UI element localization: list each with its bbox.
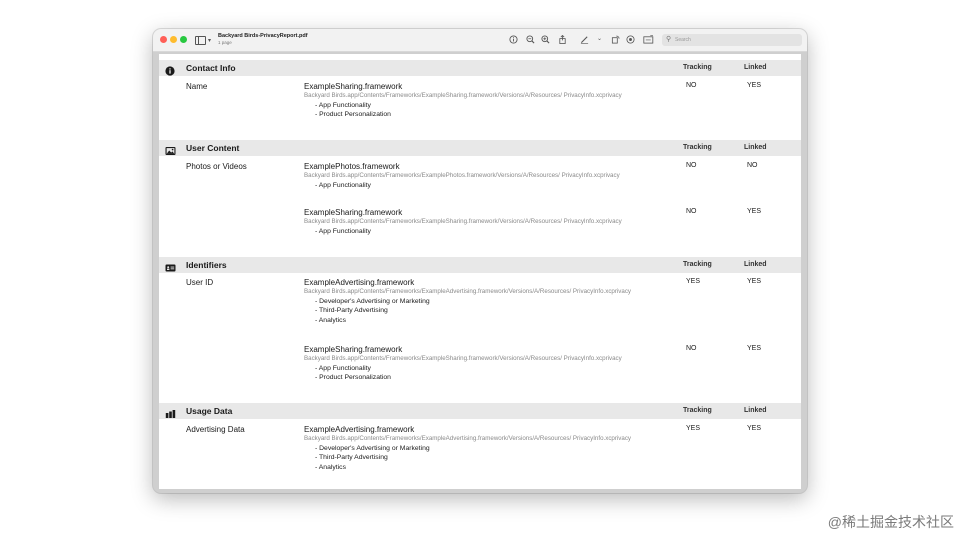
rotate-icon[interactable] (611, 35, 620, 44)
data-type-label: Photos or Videos (186, 162, 247, 171)
zoom-out-icon[interactable] (526, 35, 535, 44)
reason: - Analytics (315, 316, 346, 324)
data-type-label: Name (186, 82, 208, 91)
markup-chevron-down-icon[interactable]: ⌄ (595, 35, 604, 44)
reason: - Product Personalization (315, 111, 391, 119)
reason: - App Functionality (315, 364, 371, 372)
framework-name: ExamplePhotos.framework (304, 162, 400, 171)
linked-value: NO (747, 162, 758, 169)
form-icon[interactable] (643, 35, 654, 44)
section-header-user-content: User Content Tracking Linked (159, 140, 801, 156)
framework-entry: ExampleAdvertising.framework Backyard Bi… (304, 278, 644, 325)
framework-path: Backyard Birds.app/Contents/Frameworks/E… (304, 218, 622, 225)
linked-column-header: Linked (744, 64, 767, 71)
linked-column-header: Linked (744, 407, 767, 414)
zoom-window-button[interactable] (180, 36, 187, 43)
framework-name: ExampleSharing.framework (304, 345, 403, 354)
linked-column-header: Linked (744, 261, 767, 268)
pdf-page: Contact Info Tracking Linked Name Exampl… (159, 54, 801, 489)
reason: - Third-Party Advertising (315, 454, 388, 462)
search-placeholder: Search (675, 37, 691, 43)
info-icon[interactable] (509, 35, 518, 44)
reason: - App Functionality (315, 101, 371, 109)
data-type-label: User ID (186, 278, 214, 287)
framework-entry: ExampleAdvertising.framework Backyard Bi… (304, 425, 644, 472)
reason: - Third-Party Advertising (315, 307, 388, 315)
photo-icon (165, 143, 176, 155)
tracking-value: YES (686, 278, 701, 285)
chevron-down-icon: ▾ (207, 37, 211, 44)
section-title: Identifiers (186, 260, 227, 270)
framework-name: ExampleAdvertising.framework (304, 425, 415, 434)
framework-path: Backyard Birds.app/Contents/Frameworks/E… (304, 355, 622, 362)
sidebar-toggle-button[interactable]: ▾ (195, 35, 211, 45)
document-page-count: 1 page (218, 40, 232, 45)
section-title: User Content (186, 143, 240, 153)
highlight-icon[interactable] (626, 35, 635, 44)
section-header-contact-info: Contact Info Tracking Linked (159, 60, 801, 76)
tracking-column-header: Tracking (683, 144, 712, 151)
framework-path: Backyard Birds.app/Contents/Frameworks/E… (304, 288, 632, 295)
close-window-button[interactable] (160, 36, 167, 43)
tracking-column-header: Tracking (683, 64, 712, 71)
linked-value: YES (747, 208, 762, 215)
document-title: Backyard Birds-PrivacyReport.pdf (218, 33, 308, 39)
tracking-value: YES (686, 425, 701, 432)
linked-value: YES (747, 425, 762, 432)
search-icon: ⚲ (666, 36, 672, 43)
reason: - App Functionality (315, 227, 371, 235)
window-toolbar: ▾ Backyard Birds-PrivacyReport.pdf 1 pag… (153, 29, 807, 52)
framework-entry: ExampleSharing.framework Backyard Birds.… (304, 208, 644, 236)
markup-icon[interactable] (580, 35, 589, 44)
linked-value: YES (747, 82, 762, 89)
sidebar-icon (195, 35, 206, 45)
bar-chart-icon (165, 406, 176, 418)
framework-name: ExampleSharing.framework (304, 208, 403, 217)
watermark: @稀土掘金技术社区 (827, 514, 954, 530)
linked-column-header: Linked (744, 144, 767, 151)
framework-entry: ExamplePhotos.framework Backyard Birds.a… (304, 162, 644, 190)
share-icon[interactable] (558, 34, 567, 44)
reason: - Analytics (315, 463, 346, 471)
framework-path: Backyard Birds.app/Contents/Frameworks/E… (304, 92, 622, 99)
reason: - Developer's Advertising or Marketing (315, 444, 430, 452)
id-card-icon (165, 260, 176, 272)
framework-name: ExampleSharing.framework (304, 82, 403, 91)
section-header-usage-data: Usage Data Tracking Linked (159, 403, 801, 419)
minimize-window-button[interactable] (170, 36, 177, 43)
section-header-identifiers: Identifiers Tracking Linked (159, 257, 801, 273)
tracking-value: NO (686, 208, 697, 215)
tracking-column-header: Tracking (683, 261, 712, 268)
reason: - Product Personalization (315, 374, 391, 382)
linked-value: YES (747, 278, 762, 285)
framework-entry: ExampleSharing.framework Backyard Birds.… (304, 345, 644, 383)
data-type-label: Advertising Data (186, 425, 245, 434)
reason: - App Functionality (315, 181, 371, 189)
framework-name: ExampleAdvertising.framework (304, 278, 415, 287)
reason: - Developer's Advertising or Marketing (315, 297, 430, 305)
section-title: Usage Data (186, 406, 233, 416)
section-title: Contact Info (186, 63, 236, 73)
tracking-value: NO (686, 82, 697, 89)
framework-path: Backyard Birds.app/Contents/Frameworks/E… (304, 172, 620, 179)
info-circle-icon (165, 63, 175, 76)
tracking-value: NO (686, 345, 697, 352)
tracking-column-header: Tracking (683, 407, 712, 414)
linked-value: YES (747, 345, 762, 352)
preview-window: ▾ Backyard Birds-PrivacyReport.pdf 1 pag… (153, 29, 807, 493)
tracking-value: NO (686, 162, 697, 169)
framework-path: Backyard Birds.app/Contents/Frameworks/E… (304, 435, 632, 442)
framework-entry: ExampleSharing.framework Backyard Birds.… (304, 82, 644, 120)
search-field[interactable]: ⚲ Search (662, 34, 802, 46)
zoom-in-icon[interactable] (541, 35, 550, 44)
